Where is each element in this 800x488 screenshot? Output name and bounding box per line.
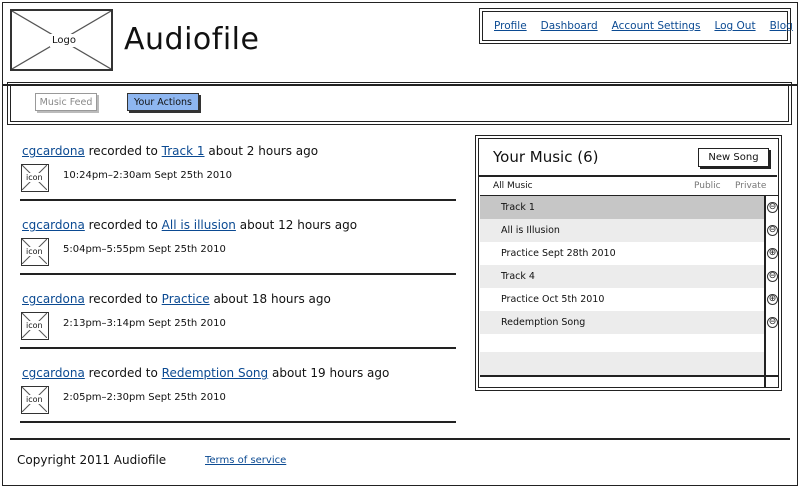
feed-user-link[interactable]: cgcardona [22,218,85,232]
list-item[interactable]: Track 1 [480,196,764,219]
nav-account-settings-link[interactable]: Account Settings [605,20,708,32]
track-icon[interactable]: icon [21,238,49,266]
all-music-filter[interactable]: All Music [493,181,533,191]
app-title: Audiofile [124,22,260,57]
feed-track-link[interactable]: Practice [162,292,210,306]
icon-label: icon [25,247,44,256]
empty-row [480,352,764,375]
feed-item-text: cgcardona recorded to Redemption Song ab… [22,366,389,380]
list-item[interactable]: Practice Oct 5th 2010 [480,288,764,311]
feed-divider [20,347,456,349]
feed-verb: recorded to [88,144,158,158]
feed-item: cgcardona recorded to All is illusion ab… [20,214,456,288]
feed-verb: recorded to [88,218,158,232]
feed-time-ago: about 18 hours ago [213,292,331,306]
track-icon[interactable]: icon [21,312,49,340]
your-music-title: Your Music (6) [493,148,599,166]
feed-item: cgcardona recorded to Track 1 about 2 ho… [20,140,456,214]
nav-log-out-link[interactable]: Log Out [707,20,762,32]
track-icon[interactable]: icon [21,386,49,414]
tab-bar: Music Feed Your Actions [7,82,792,125]
nav-profile-link[interactable]: Profile [487,20,534,32]
feed-user-link[interactable]: cgcardona [22,292,85,306]
feed-time-range: 5:04pm–5:55pm Sept 25th 2010 [63,244,226,255]
feed-item-text: cgcardona recorded to Track 1 about 2 ho… [22,144,318,158]
feed-time-ago: about 2 hours ago [208,144,319,158]
list-item[interactable]: Practice Sept 28th 2010 [480,242,764,265]
minus-circle-icon[interactable]: ⊖ [767,225,778,236]
minus-circle-icon[interactable]: ⊖ [767,271,778,282]
feed-verb: recorded to [88,366,158,380]
footer-divider [10,438,790,440]
feed-track-link[interactable]: Track 1 [162,144,205,158]
feed-divider [20,273,456,275]
plus-circle-icon[interactable]: ⊕ [767,294,778,305]
list-item[interactable]: Track 4 [480,265,764,288]
public-filter[interactable]: Public [694,181,721,191]
activity-feed: cgcardona recorded to Track 1 about 2 ho… [20,140,456,436]
nav-blog-link[interactable]: Blog [763,20,800,32]
icon-label: icon [25,173,44,182]
list-item[interactable]: Redemption Song [480,311,764,334]
new-song-button[interactable]: New Song [698,148,769,167]
feed-time-range: 2:13pm–3:14pm Sept 25th 2010 [63,318,226,329]
feed-time-ago: about 12 hours ago [239,218,358,232]
feed-track-link[interactable]: Redemption Song [162,366,268,380]
panel-divider [479,175,777,177]
track-icon[interactable]: icon [21,164,49,192]
feed-verb: recorded to [88,292,158,306]
feed-item-text: cgcardona recorded to Practice about 18 … [22,292,331,306]
feed-user-link[interactable]: cgcardona [22,366,85,380]
terms-of-service-link[interactable]: Terms of service [205,455,286,466]
plus-circle-icon[interactable]: ⊕ [767,248,778,259]
copyright-text: Copyright 2011 Audiofile [17,453,167,467]
minus-circle-icon[interactable]: ⊖ [767,202,778,213]
scrollbar[interactable] [764,196,766,388]
minus-circle-icon[interactable]: ⊖ [767,317,778,328]
private-filter[interactable]: Private [735,181,766,191]
feed-track-link[interactable]: All is illusion [162,218,236,232]
feed-divider [20,421,456,423]
feed-time-ago: about 19 hours ago [271,366,390,380]
feed-user-link[interactable]: cgcardona [22,144,85,158]
logo-label: Logo [50,34,78,47]
feed-time-range: 10:24pm–2:30am Sept 25th 2010 [63,170,232,181]
nav-dashboard-link[interactable]: Dashboard [534,20,605,32]
icon-label: icon [25,321,44,330]
feed-item: cgcardona recorded to Practice about 18 … [20,288,456,362]
tab-your-actions[interactable]: Your Actions [127,93,199,111]
tab-music-feed[interactable]: Music Feed [35,93,97,111]
logo[interactable]: Logo [10,9,113,71]
top-nav: Profile Dashboard Account Settings Log O… [479,8,793,44]
music-list: Track 1 ⊖ All is Illusion ⊖ Practice Sep… [480,195,778,388]
feed-item: cgcardona recorded to Redemption Song ab… [20,362,456,436]
feed-divider [20,199,456,201]
list-item[interactable]: All is Illusion [480,219,764,242]
list-bottom-border [480,375,778,377]
feed-time-range: 2:05pm–2:30pm Sept 25th 2010 [63,392,226,403]
feed-item-text: cgcardona recorded to All is illusion ab… [22,218,357,232]
your-music-panel: Your Music (6) New Song All Music Public… [475,135,782,391]
icon-label: icon [25,395,44,404]
